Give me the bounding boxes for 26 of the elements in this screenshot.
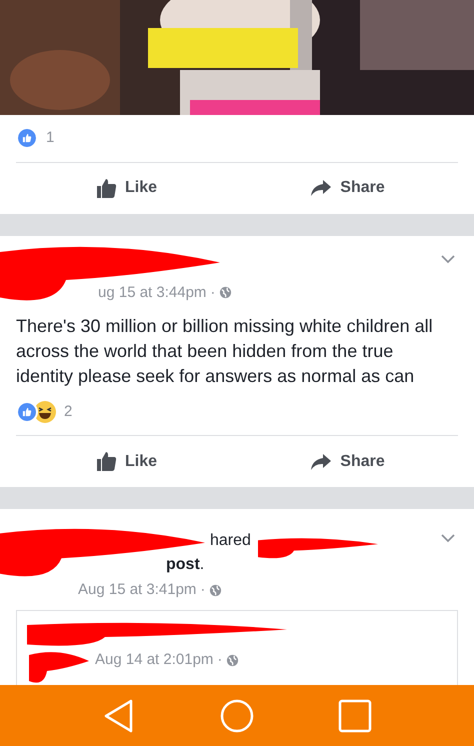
share-button[interactable]: Share [237, 162, 458, 214]
chevron-down-icon[interactable] [440, 533, 456, 543]
globe-icon [209, 584, 222, 597]
thumbs-up-icon [96, 451, 117, 472]
reaction-count: 1 [46, 128, 54, 148]
globe-icon [226, 654, 240, 667]
globe-icon [219, 286, 232, 300]
share-arrow-icon [310, 179, 332, 197]
like-button[interactable]: Like [16, 162, 237, 214]
like-button[interactable]: Like [16, 436, 237, 487]
share-arrow-icon [310, 452, 332, 470]
chevron-down-icon[interactable] [440, 254, 456, 264]
like-reaction-icon [16, 127, 38, 150]
reaction-count: 2 [64, 402, 72, 422]
laughing-face-icon [34, 400, 56, 423]
share-button[interactable]: Share [237, 436, 458, 487]
separator-dot: · [210, 282, 216, 302]
post-timestamp: ug 15 at 3:44pm [98, 282, 206, 302]
post-text: There's 30 million or billion missing white children all across the world that been hidden from the true identity please seek for answers as normal as can [15, 314, 434, 388]
shared-header-text: post. [166, 555, 204, 575]
post-timestamp: Aug 15 at 3:41pm [78, 580, 196, 600]
post-timestamp: Aug 14 at 2:01pm [95, 650, 214, 670]
thumbs-up-icon [96, 178, 117, 198]
separator-dot: · [217, 650, 222, 670]
separator-dot: · [200, 580, 206, 600]
shared-header-text: hared [210, 531, 251, 551]
